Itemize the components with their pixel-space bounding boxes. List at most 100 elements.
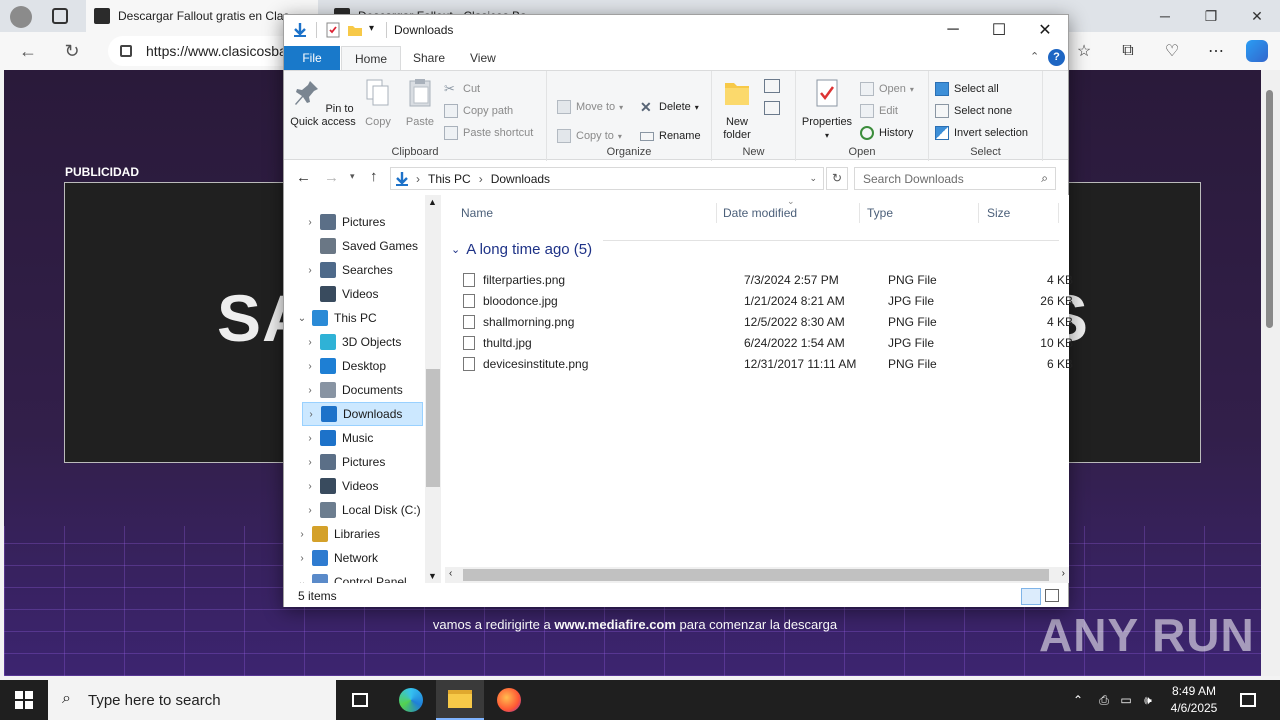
file-row[interactable]: shallmorning.png 12/5/2022 8:30 AM PNG Fil…: [463, 312, 1073, 333]
nav-item-searches[interactable]: › Searches: [302, 258, 423, 282]
collapsed-chevron-icon[interactable]: ›: [302, 433, 318, 444]
collapsed-chevron-icon[interactable]: ›: [302, 457, 318, 468]
collapsed-chevron-icon[interactable]: ›: [302, 385, 318, 396]
hscroll-left-icon[interactable]: ‹: [449, 568, 452, 579]
nav-scroll-up-icon[interactable]: ▲: [428, 197, 437, 207]
new-folder-quick-icon[interactable]: [347, 22, 363, 38]
start-button[interactable]: [0, 680, 48, 720]
expanded-chevron-icon[interactable]: ⌄: [294, 577, 310, 584]
page-scrollbar[interactable]: [1261, 70, 1280, 676]
profile-icon[interactable]: [10, 6, 32, 28]
edit-button[interactable]: Edit: [860, 101, 898, 121]
file-row[interactable]: thultd.jpg 6/24/2022 1:54 AM JPG File 10 KB: [463, 333, 1073, 354]
redirect-site[interactable]: www.mediafire.com: [554, 617, 676, 632]
collapsed-chevron-icon[interactable]: ›: [302, 505, 318, 516]
group-header[interactable]: ⌄ A long time ago (5): [451, 241, 592, 258]
breadcrumb-this-pc[interactable]: This PC: [428, 172, 471, 186]
details-view-icon[interactable]: [1021, 588, 1041, 605]
column-header-size[interactable]: Size: [981, 203, 1059, 223]
collapsed-chevron-icon[interactable]: ›: [302, 361, 318, 372]
copy-to-button[interactable]: Copy to ▾: [557, 126, 622, 146]
meet-now-icon[interactable]: ⎙: [1096, 693, 1112, 708]
collapse-ribbon-icon[interactable]: ⌃: [1030, 50, 1039, 63]
nav-item-desktop[interactable]: › Desktop: [302, 354, 423, 378]
browser-minimize-button[interactable]: ─: [1142, 0, 1188, 32]
help-icon[interactable]: ?: [1048, 49, 1065, 66]
notifications-button[interactable]: [1224, 680, 1272, 720]
refresh-button[interactable]: ↻: [58, 38, 86, 64]
collapsed-chevron-icon[interactable]: ›: [302, 337, 318, 348]
pin-quick-access-button[interactable]: Pin to Quick access: [290, 77, 356, 129]
nav-item-pictures[interactable]: › Pictures: [302, 210, 423, 234]
delete-button[interactable]: ✕ Delete ▾: [640, 97, 699, 117]
nav-item-network[interactable]: › Network: [294, 546, 423, 570]
new-item-icon[interactable]: [764, 79, 780, 93]
address-breadcrumb[interactable]: › This PC › Downloads ⌄: [390, 167, 824, 190]
nav-item-downloads[interactable]: › Downloads: [302, 402, 423, 426]
tab-actions-icon[interactable]: [52, 8, 68, 24]
forward-arrow-icon[interactable]: →: [324, 169, 339, 186]
select-all-button[interactable]: Select all: [935, 79, 999, 99]
show-hidden-icons-icon[interactable]: ⌃: [1070, 693, 1086, 707]
refresh-icon[interactable]: ↻: [826, 167, 848, 190]
nav-item-documents[interactable]: › Documents: [302, 378, 423, 402]
paste-shortcut-button[interactable]: Paste shortcut: [444, 123, 533, 143]
file-explorer-taskbar-button[interactable]: [436, 680, 484, 720]
collapsed-chevron-icon[interactable]: ›: [294, 553, 310, 564]
file-row[interactable]: devicesinstitute.png 12/31/2017 11:11 AM P…: [463, 354, 1073, 375]
move-to-button[interactable]: Move to ▾: [557, 97, 623, 117]
nav-item-videos[interactable]: Videos: [302, 282, 423, 306]
edge-taskbar-button[interactable]: [387, 680, 435, 720]
copy-path-button[interactable]: Copy path: [444, 101, 513, 121]
rename-button[interactable]: Rename: [640, 126, 701, 146]
more-options-icon[interactable]: ⋯: [1205, 40, 1227, 62]
back-arrow-icon[interactable]: ←: [296, 169, 311, 186]
navigation-pane-scrollbar-thumb[interactable]: [426, 369, 440, 487]
maximize-button[interactable]: ☐: [976, 15, 1022, 45]
nav-item-pictures[interactable]: › Pictures: [302, 450, 423, 474]
page-scrollbar-thumb[interactable]: [1266, 90, 1273, 328]
properties-button[interactable]: Properties ▾: [798, 77, 856, 142]
navigation-pane-scrollbar[interactable]: ▲ ▼: [425, 195, 441, 583]
address-bar-input[interactable]: https://www.clasicosba: [108, 36, 293, 66]
expanded-chevron-icon[interactable]: ⌄: [294, 313, 310, 324]
copilot-icon[interactable]: [1246, 40, 1268, 62]
file-row[interactable]: bloodonce.jpg 1/21/2024 8:21 AM JPG File 26…: [463, 291, 1073, 312]
new-folder-button[interactable]: New folder: [716, 77, 758, 142]
collections-icon[interactable]: ⧉: [1117, 40, 1139, 62]
nav-scroll-down-icon[interactable]: ▼: [428, 571, 437, 581]
browser-close-button[interactable]: ✕: [1234, 0, 1280, 32]
horizontal-scrollbar-thumb[interactable]: [463, 569, 1049, 581]
nav-item-saved-games[interactable]: Saved Games: [302, 234, 423, 258]
nav-item-local-disk-c[interactable]: › Local Disk (C:): [302, 498, 423, 522]
nav-item-music[interactable]: › Music: [302, 426, 423, 450]
nav-item-libraries[interactable]: › Libraries: [294, 522, 423, 546]
task-view-button[interactable]: [336, 680, 384, 720]
browser-essentials-icon[interactable]: ♡: [1161, 40, 1183, 62]
system-clock[interactable]: 8:49 AM 4/6/2025: [1166, 683, 1222, 717]
browser-restore-button[interactable]: ❐: [1188, 0, 1234, 32]
breadcrumb-downloads[interactable]: Downloads: [491, 172, 550, 186]
nav-item-this-pc[interactable]: ⌄ This PC: [294, 306, 423, 330]
tab-share[interactable]: Share: [400, 46, 458, 70]
up-arrow-icon[interactable]: ↑: [370, 168, 378, 185]
collapsed-chevron-icon[interactable]: ›: [302, 265, 318, 276]
nav-item-control-panel[interactable]: ⌄ Control Panel: [294, 570, 423, 583]
open-button[interactable]: Open ▾: [860, 79, 914, 99]
customize-quick-access-icon[interactable]: ▾: [369, 23, 374, 34]
hscroll-right-icon[interactable]: ›: [1062, 568, 1065, 579]
back-button[interactable]: ←: [14, 38, 42, 64]
search-input[interactable]: Search Downloads ⌕: [854, 167, 1056, 190]
tab-view[interactable]: View: [457, 46, 509, 70]
collapsed-chevron-icon[interactable]: ›: [302, 217, 318, 228]
taskbar-search-input[interactable]: ⌕ Type here to search: [48, 680, 336, 720]
collapsed-chevron-icon[interactable]: ›: [302, 481, 318, 492]
collapsed-chevron-icon[interactable]: ›: [294, 529, 310, 540]
large-icons-view-icon[interactable]: [1045, 589, 1059, 602]
tab-file[interactable]: File: [284, 46, 340, 70]
column-header-name[interactable]: Name: [455, 203, 717, 223]
favorite-icon[interactable]: ☆: [1073, 40, 1095, 62]
volume-icon[interactable]: 🕪: [1140, 693, 1156, 708]
minimize-button[interactable]: ─: [930, 15, 976, 45]
collapsed-chevron-icon[interactable]: ›: [303, 409, 319, 420]
